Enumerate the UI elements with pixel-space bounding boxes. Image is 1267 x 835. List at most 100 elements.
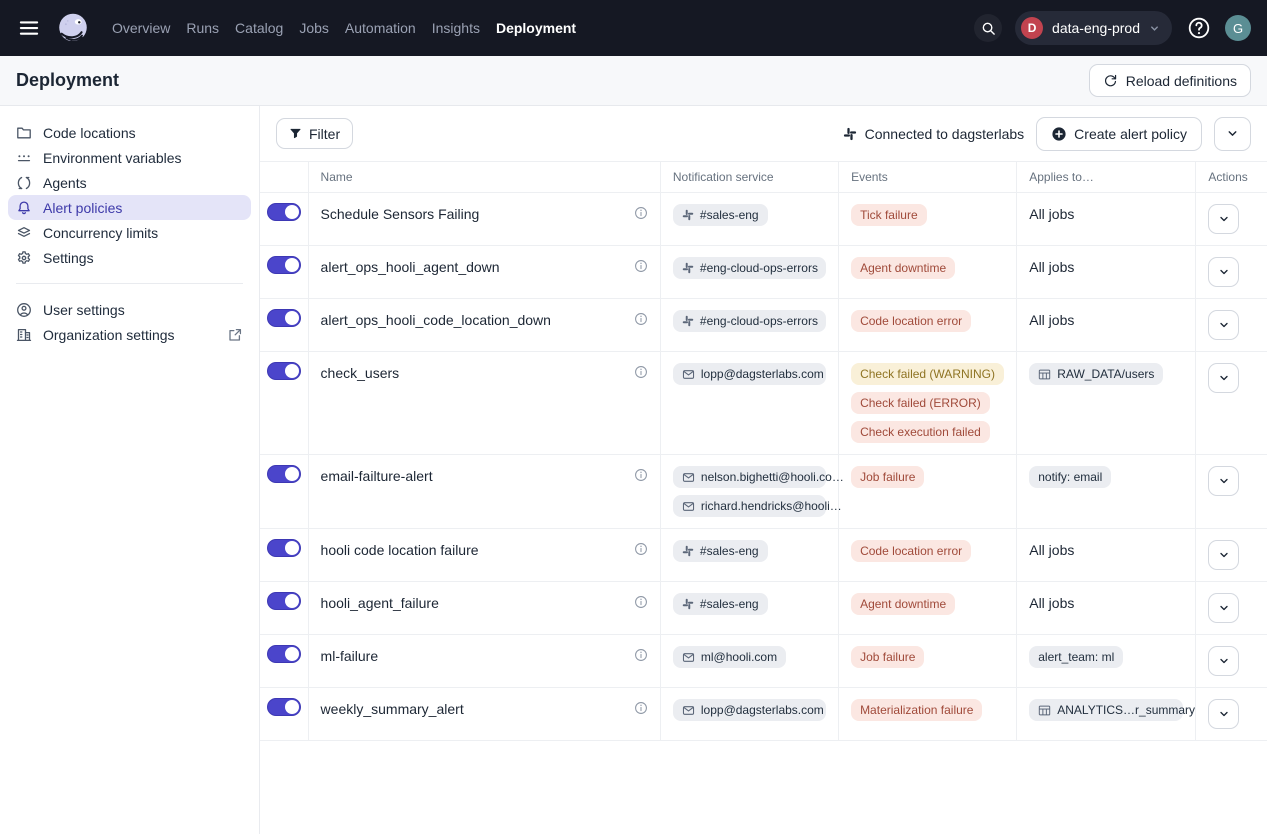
policy-enabled-toggle[interactable]	[267, 362, 301, 380]
chip-label: richard.hendricks@hooli…	[701, 498, 842, 514]
policy-enabled-toggle[interactable]	[267, 592, 301, 610]
notification-chip: #sales-eng	[673, 593, 768, 615]
chip-label: alert_team: ml	[1038, 649, 1114, 665]
applies-to-value: All jobs	[1029, 593, 1183, 611]
info-icon[interactable]	[634, 310, 648, 326]
filter-button[interactable]: Filter	[276, 118, 353, 149]
top-nav: Overview Runs Catalog Jobs Automation Insight…	[0, 0, 1267, 56]
sidebar-item-agents[interactable]: Agents	[8, 170, 251, 195]
row-actions-button[interactable]	[1208, 257, 1239, 287]
slack-icon	[682, 598, 694, 610]
chip-label: #eng-cloud-ops-errors	[700, 313, 818, 329]
slack-icon	[682, 262, 694, 274]
info-icon[interactable]	[634, 593, 648, 609]
info-icon[interactable]	[634, 540, 648, 556]
notification-chip: #eng-cloud-ops-errors	[673, 257, 826, 279]
nav-item-deployment[interactable]: Deployment	[496, 16, 576, 40]
mail-icon	[682, 368, 695, 381]
row-actions-button[interactable]	[1208, 646, 1239, 676]
row-actions-button[interactable]	[1208, 363, 1239, 393]
filter-icon	[289, 127, 302, 140]
row-actions-button[interactable]	[1208, 310, 1239, 340]
bell-icon	[16, 200, 32, 216]
mail-icon	[682, 471, 695, 484]
slack-icon	[682, 545, 694, 557]
applies-to-value: All jobs	[1029, 257, 1183, 275]
sidebar-item-label: User settings	[43, 302, 125, 318]
policy-enabled-toggle[interactable]	[267, 539, 301, 557]
chip-label: Check failed (WARNING)	[860, 366, 995, 382]
sidebar-item-environment-variables[interactable]: Environment variables	[8, 145, 251, 170]
chip-label: nelson.bighetti@hooli.co…	[701, 469, 844, 485]
sidebar-item-code-locations[interactable]: Code locations	[8, 120, 251, 145]
sidebar-item-label: Concurrency limits	[43, 225, 158, 241]
nav-item-insights[interactable]: Insights	[432, 16, 480, 40]
policy-name: weekly_summary_alert	[321, 699, 464, 717]
chip-label: Code location error	[860, 543, 962, 559]
row-actions-button[interactable]	[1208, 466, 1239, 496]
dagster-logo[interactable]	[54, 9, 92, 47]
sidebar-item-settings[interactable]: Settings	[8, 245, 251, 270]
search-icon[interactable]	[974, 14, 1002, 42]
policy-name: hooli_agent_failure	[321, 593, 439, 611]
alert-policies-table: NameNotification serviceEventsApplies to…	[260, 161, 1267, 741]
nav-item-runs[interactable]: Runs	[186, 16, 219, 40]
toolbar: Filter Connected to dagsterlabs Create a…	[260, 106, 1267, 161]
policy-enabled-toggle[interactable]	[267, 698, 301, 716]
sidebar-item-label: Alert policies	[43, 200, 122, 216]
reload-definitions-button[interactable]: Reload definitions	[1089, 64, 1251, 97]
sidebar-item-organization-settings[interactable]: Organization settings	[8, 322, 251, 347]
connected-label: Connected to dagsterlabs	[865, 126, 1025, 142]
chip-label: Check failed (ERROR)	[860, 395, 981, 411]
chip-label: lopp@dagsterlabs.com	[701, 702, 824, 718]
nav-item-catalog[interactable]: Catalog	[235, 16, 283, 40]
mail-icon	[682, 704, 695, 717]
event-tag: Agent downtime	[851, 257, 955, 279]
info-icon[interactable]	[634, 646, 648, 662]
help-icon[interactable]	[1185, 15, 1212, 42]
row-actions-button[interactable]	[1208, 699, 1239, 729]
nav-item-jobs[interactable]: Jobs	[299, 16, 329, 40]
table-row: alert_ops_hooli_agent_down #eng-cloud-op…	[260, 246, 1267, 299]
chip-label: notify: email	[1038, 469, 1102, 485]
info-icon[interactable]	[634, 363, 648, 379]
create-alert-policy-button[interactable]: Create alert policy	[1036, 117, 1202, 151]
row-actions-button[interactable]	[1208, 593, 1239, 623]
nav-items: Overview Runs Catalog Jobs Automation Insight…	[112, 16, 576, 40]
building-icon	[16, 327, 32, 343]
notification-chip: richard.hendricks@hooli…	[673, 495, 826, 517]
user-avatar[interactable]: G	[1225, 15, 1251, 41]
info-icon[interactable]	[634, 699, 648, 715]
nav-item-overview[interactable]: Overview	[112, 16, 170, 40]
deployment-switcher[interactable]: D data-eng-prod	[1015, 11, 1172, 45]
row-actions-button[interactable]	[1208, 204, 1239, 234]
hamburger-icon[interactable]	[16, 15, 42, 41]
sidebar-item-alert-policies[interactable]: Alert policies	[8, 195, 251, 220]
policy-enabled-toggle[interactable]	[267, 309, 301, 327]
sidebar-item-concurrency-limits[interactable]: Concurrency limits	[8, 220, 251, 245]
notification-chip: ANALYTICS…r_summary	[1029, 699, 1183, 721]
nav-item-automation[interactable]: Automation	[345, 16, 416, 40]
policy-enabled-toggle[interactable]	[267, 256, 301, 274]
notification-chip: #sales-eng	[673, 204, 768, 226]
chip-label: Tick failure	[860, 207, 918, 223]
filter-label: Filter	[309, 126, 340, 142]
info-icon[interactable]	[634, 466, 648, 482]
table-row: check_users lopp@dagsterlabs.com Check f…	[260, 352, 1267, 455]
chip-label: Job failure	[860, 649, 915, 665]
row-actions-button[interactable]	[1208, 540, 1239, 570]
info-icon[interactable]	[634, 204, 648, 220]
sidebar-item-label: Agents	[43, 175, 87, 191]
column-header-toggle	[260, 162, 308, 193]
settings-sidebar: Code locationsEnvironment variables Agent…	[0, 106, 260, 834]
info-icon[interactable]	[634, 257, 648, 273]
chip-label: Check execution failed	[860, 424, 981, 440]
sidebar-item-user-settings[interactable]: User settings	[8, 297, 251, 322]
gear-icon	[16, 250, 32, 266]
more-actions-button[interactable]	[1214, 117, 1251, 151]
policy-enabled-toggle[interactable]	[267, 203, 301, 221]
policy-enabled-toggle[interactable]	[267, 465, 301, 483]
page-header: Deployment Reload definitions	[0, 56, 1267, 106]
policy-enabled-toggle[interactable]	[267, 645, 301, 663]
grid-icon	[1038, 704, 1051, 717]
